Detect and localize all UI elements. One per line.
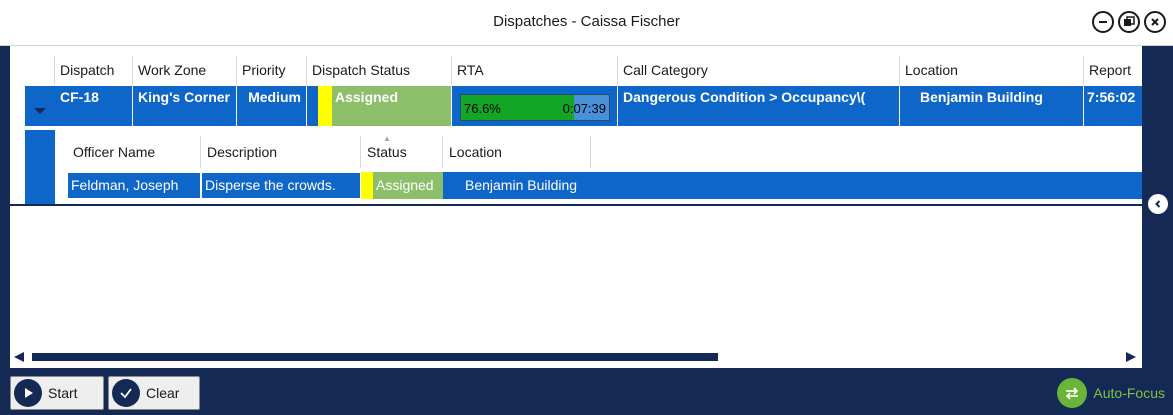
cell-dispatch-status[interactable]: Assigned bbox=[307, 86, 452, 126]
start-button[interactable]: Start bbox=[10, 376, 104, 410]
play-icon bbox=[14, 379, 42, 407]
column-header-description[interactable]: Description bbox=[201, 136, 361, 168]
restore-icon[interactable] bbox=[1118, 11, 1140, 33]
column-header-dispatch-status[interactable]: Dispatch Status bbox=[307, 56, 452, 84]
column-header-priority[interactable]: Priority bbox=[237, 56, 307, 84]
minimize-icon[interactable] bbox=[1092, 11, 1114, 33]
cell-call-category[interactable]: Dangerous Condition > Occupancy\( bbox=[618, 86, 900, 126]
column-header-reported[interactable]: Report bbox=[1084, 56, 1142, 84]
dispatches-window: Dispatches - Caissa Fischer Dispatch Wor… bbox=[0, 0, 1173, 415]
swap-arrows-icon bbox=[1057, 378, 1088, 408]
cell-dispatch[interactable]: CF-18 bbox=[55, 86, 133, 126]
dispatch-grid-area: Dispatch Work Zone Priority Dispatch Sta… bbox=[10, 46, 1142, 368]
column-header-call-category[interactable]: Call Category bbox=[618, 56, 900, 84]
column-header-dispatch[interactable]: Dispatch bbox=[55, 56, 133, 84]
expander-header bbox=[25, 56, 55, 84]
column-header-status-label: Status bbox=[367, 144, 407, 160]
cell-officer-name[interactable]: Feldman, Joseph bbox=[67, 172, 201, 199]
horizontal-scrollbar[interactable] bbox=[10, 350, 1142, 364]
title-bar: Dispatches - Caissa Fischer bbox=[0, 0, 1173, 46]
detail-divider bbox=[10, 204, 1142, 206]
cell-description[interactable]: Disperse the crowds. bbox=[201, 172, 361, 199]
rta-progress-bar: 76.6% 0:07:39 bbox=[460, 94, 610, 121]
row-expander[interactable] bbox=[25, 86, 55, 126]
bottom-toolbar: Start Clear Auto-Focus bbox=[0, 368, 1173, 415]
officer-detail-grid: Officer Name Description ▲ Status Locati… bbox=[55, 130, 1142, 204]
status-indicator-yellow bbox=[361, 172, 373, 199]
cell-status[interactable]: Assigned bbox=[361, 172, 443, 199]
detail-indent bbox=[25, 130, 55, 204]
status-badge: Assigned bbox=[332, 86, 451, 126]
cell-location[interactable]: Benjamin Building bbox=[455, 172, 655, 199]
scroll-left-icon[interactable] bbox=[12, 352, 24, 362]
auto-focus-label: Auto-Focus bbox=[1093, 385, 1165, 401]
sort-ascending-icon: ▲ bbox=[383, 134, 391, 143]
column-header-officer-name[interactable]: Officer Name bbox=[67, 136, 201, 168]
column-header-status[interactable]: ▲ Status bbox=[361, 134, 443, 168]
scrollbar-thumb[interactable] bbox=[32, 353, 718, 361]
scroll-right-icon[interactable] bbox=[1126, 352, 1138, 362]
table-row[interactable]: CF-18 King's Corner Medium Assigned 76.6… bbox=[10, 84, 1142, 130]
cell-priority[interactable]: Medium bbox=[237, 86, 307, 126]
cell-work-zone[interactable]: King's Corner bbox=[133, 86, 237, 126]
chevron-down-icon bbox=[34, 108, 46, 114]
window-title: Dispatches - Caissa Fischer bbox=[493, 13, 680, 30]
clear-button-label: Clear bbox=[146, 385, 180, 401]
rta-percent: 76.6% bbox=[464, 101, 501, 116]
table-row[interactable]: Feldman, Joseph Disperse the crowds. Ass… bbox=[67, 172, 1142, 199]
cell-location[interactable]: Benjamin Building bbox=[900, 86, 1084, 126]
cell-rta[interactable]: 76.6% 0:07:39 bbox=[452, 86, 618, 126]
column-header-location[interactable]: Location bbox=[900, 56, 1084, 84]
column-header-work-zone[interactable]: Work Zone bbox=[133, 56, 237, 84]
clear-button[interactable]: Clear bbox=[108, 376, 200, 410]
cell-reported[interactable]: 7:56:02 bbox=[1084, 86, 1142, 126]
grid-header: Dispatch Work Zone Priority Dispatch Sta… bbox=[10, 56, 1142, 84]
auto-focus-toggle[interactable]: Auto-Focus bbox=[1057, 378, 1165, 408]
column-header-rta[interactable]: RTA bbox=[452, 56, 618, 84]
chevron-left-icon[interactable] bbox=[1148, 194, 1168, 214]
checkmark-icon bbox=[112, 379, 140, 407]
column-header-location[interactable]: Location bbox=[443, 136, 591, 168]
close-icon[interactable] bbox=[1144, 11, 1166, 33]
status-indicator-yellow bbox=[318, 86, 332, 126]
status-badge: Assigned bbox=[373, 172, 443, 199]
rta-time: 0:07:39 bbox=[562, 101, 606, 116]
start-button-label: Start bbox=[48, 385, 78, 401]
